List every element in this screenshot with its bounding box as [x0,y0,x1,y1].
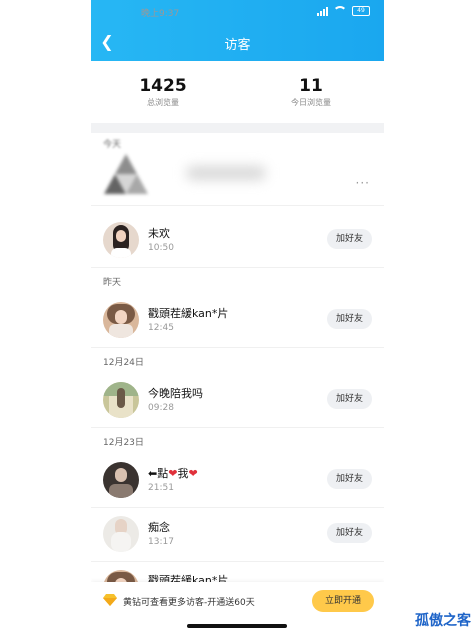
name-prefix: ⬅點 [148,467,169,480]
add-friend-button[interactable]: 加好友 [326,469,372,489]
diamond-icon [103,594,117,606]
add-friend-button[interactable]: 加好友 [326,309,372,329]
avatar [103,382,139,418]
visitor-name: 戳頭茬緩kan*片 [148,307,229,320]
bottom-bar [91,620,384,633]
divider [91,205,384,206]
visit-time: 12:45 [148,323,174,333]
avatar [103,462,139,498]
visit-time: 09:28 [148,403,174,413]
add-friend-button[interactable]: 加好友 [326,389,372,409]
stats-panel: 1425 总浏览量 11 今日浏览量 [91,61,384,123]
avatar [103,516,139,552]
visitor-row[interactable]: 今晚陪我吗 09:28 加好友 [91,373,384,427]
status-icons: 49 [317,6,370,16]
status-bar: 晚上9:37 49 [91,6,384,22]
header-bar: 晚上9:37 49 ❮ 访客 [91,0,384,61]
visitor-name: 痴念 [148,521,170,534]
more-icon[interactable]: ··· [356,176,370,190]
battery-icon: 49 [352,6,370,16]
avatar [103,222,139,258]
divider [91,347,384,348]
visitor-row[interactable]: 未欢 10:50 加好友 [91,213,384,267]
blurred-visitor-row[interactable]: ··· [91,142,384,204]
banner-text: 黄钻可查看更多访客-开通送60天 [123,598,255,608]
visitor-row[interactable]: 戳頭茬緩kan*片 12:45 加好友 [91,293,384,347]
visitor-name: ⬅點❤我❤ [148,465,198,481]
visitor-row[interactable]: 痴念 13:17 加好友 [91,507,384,561]
signal-icon [317,6,328,16]
section-label-dec23: 12月23日 [103,438,144,448]
name-middle: 我 [177,467,189,480]
vip-banner: 黄钻可查看更多访客-开通送60天 立即开通 [91,582,384,620]
add-friend-button[interactable]: 加好友 [326,229,372,249]
visit-time: 21:51 [148,483,174,493]
status-time: 晚上9:37 [141,9,180,19]
home-indicator[interactable] [187,624,287,628]
add-friend-button[interactable]: 加好友 [326,523,372,543]
section-separator [91,123,384,133]
divider [91,427,384,428]
avatar [103,302,139,338]
visitor-name: 未欢 [148,227,170,240]
today-views-stat: 11 今日浏览量 [251,76,371,108]
total-views-label: 总浏览量 [147,98,179,107]
section-label-yesterday: 昨天 [103,278,122,288]
visit-time: 10:50 [148,243,174,253]
today-views-label: 今日浏览量 [291,98,331,107]
page-title: 访客 [224,38,251,53]
section-label-dec24: 12月24日 [103,358,144,368]
visitor-row[interactable]: ⬅點❤我❤ 21:51 加好友 [91,453,384,507]
today-views-value: 11 [299,76,323,96]
visitor-name: 今晚陪我吗 [148,387,203,400]
blurred-avatar [104,154,148,194]
blurred-name [186,166,266,180]
wifi-icon [333,6,347,16]
visit-time: 13:17 [148,537,174,547]
total-views-stat: 1425 总浏览量 [103,76,223,108]
watermark: 孤傲之客 [415,613,471,629]
open-vip-button[interactable]: 立即开通 [312,590,374,612]
total-views-value: 1425 [139,76,187,96]
phone-screen: 晚上9:37 49 ❮ 访客 1425 总浏览量 11 今日浏览量 今天 ···… [91,0,384,633]
heart-icon: ❤ [188,467,198,480]
divider [91,267,384,268]
